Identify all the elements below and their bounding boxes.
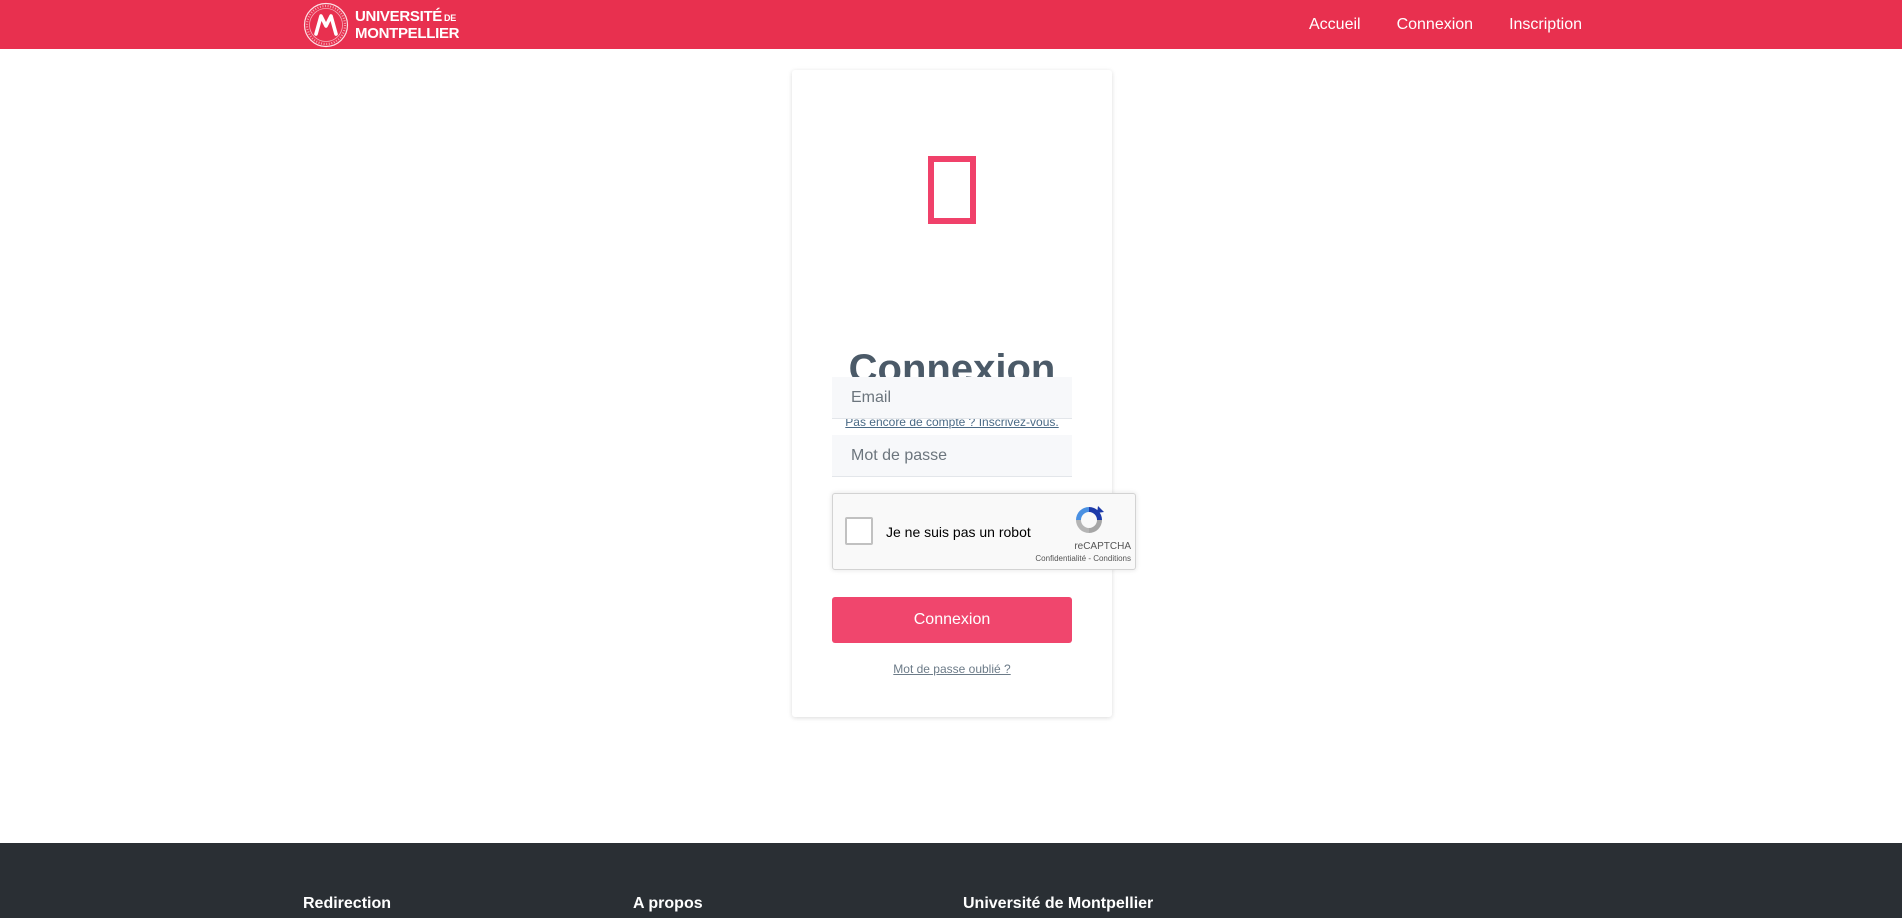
logo-line-1: UNIVERSITÉ bbox=[355, 7, 443, 25]
logo-wordmark: UNIVERSITÉ DE MONTPELLIER bbox=[355, 7, 460, 42]
university-logo[interactable]: UNIVERSITÉ DE MONTPELLIER bbox=[303, 1, 460, 48]
footer-heading-a-propos: A propos bbox=[633, 895, 703, 912]
login-submit-button[interactable]: Connexion bbox=[832, 597, 1072, 643]
footer-heading-universite: Université de Montpellier bbox=[963, 895, 1154, 912]
page-footer: Redirection A propos Université de Montp… bbox=[0, 843, 1902, 918]
password-field[interactable] bbox=[832, 435, 1072, 477]
recaptcha-logo-icon bbox=[1076, 506, 1104, 533]
recaptcha-terms-link[interactable]: Confidentialité - Conditions bbox=[983, 554, 1131, 563]
recaptcha-brand: reCAPTCHA bbox=[1074, 541, 1131, 552]
nav-link-accueil[interactable]: Accueil bbox=[1309, 16, 1361, 34]
top-navbar: UNIVERSITÉ DE MONTPELLIER Accueil Connexi… bbox=[0, 0, 1902, 49]
login-card: Connexion Pas encore de compte ? Inscriv… bbox=[792, 70, 1136, 717]
logo-line-1-small: DE bbox=[444, 12, 456, 23]
user-icon bbox=[928, 156, 976, 224]
logo-line-2: MONTPELLIER bbox=[355, 24, 460, 42]
nav-link-connexion[interactable]: Connexion bbox=[1397, 16, 1474, 34]
university-seal-icon bbox=[303, 2, 349, 47]
recaptcha-label: Je ne suis pas un robot bbox=[886, 524, 1031, 540]
recaptcha-widget: Je ne suis pas un robot reCAPTCHA Confid… bbox=[832, 493, 1136, 570]
forgot-password-link[interactable]: Mot de passe oublié ? bbox=[792, 662, 1112, 676]
footer-heading-redirection: Redirection bbox=[303, 895, 392, 912]
nav-link-inscription[interactable]: Inscription bbox=[1509, 16, 1582, 34]
nav-menu: Accueil Connexion Inscription bbox=[1309, 0, 1582, 49]
email-field[interactable] bbox=[832, 377, 1072, 419]
recaptcha-checkbox[interactable] bbox=[845, 517, 873, 545]
